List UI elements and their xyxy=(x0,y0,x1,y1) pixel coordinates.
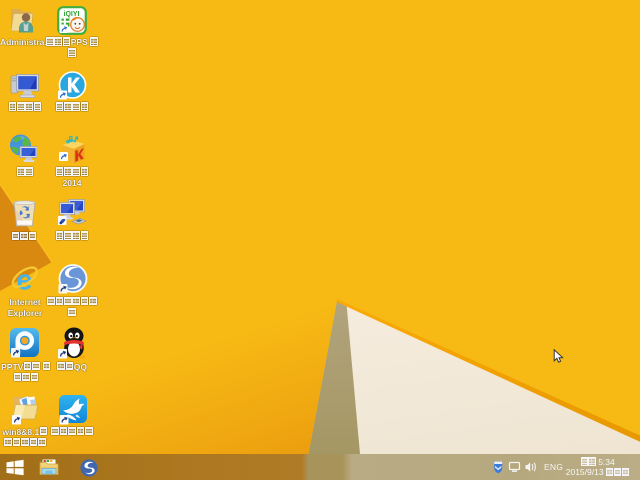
svg-text:iQIYI: iQIYI xyxy=(64,11,80,18)
